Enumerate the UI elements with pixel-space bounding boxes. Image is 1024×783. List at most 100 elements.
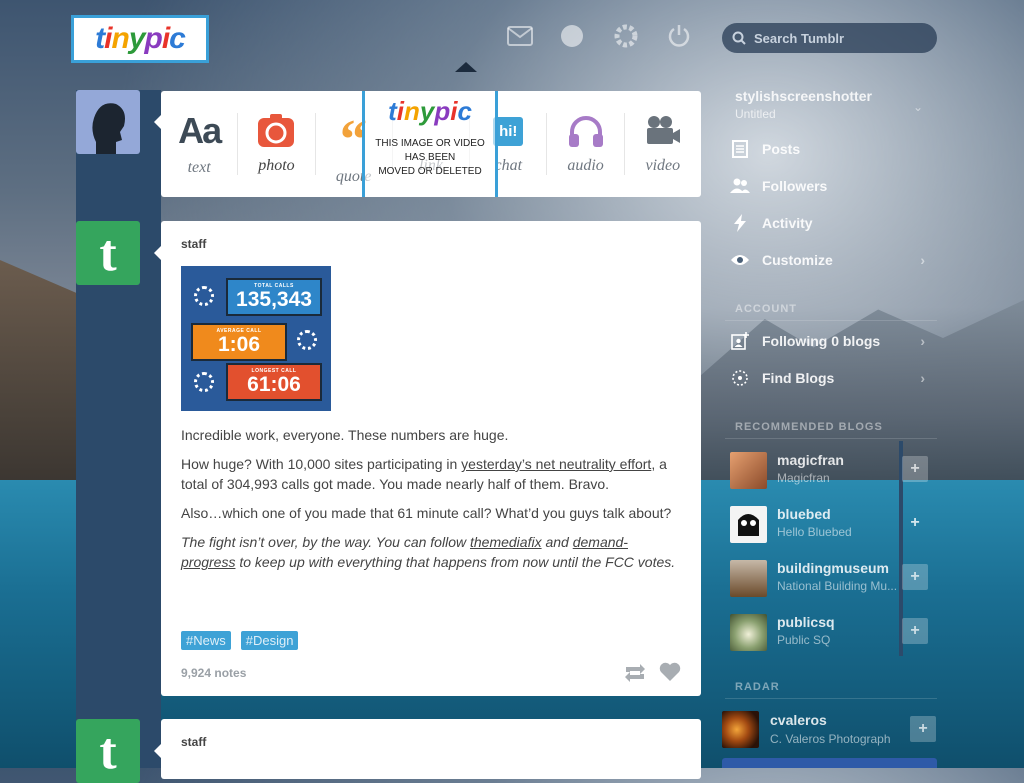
sidebar-item-find-blogs[interactable]: Find Blogs ›	[730, 363, 925, 393]
search-icon	[732, 31, 746, 45]
post-type-photo[interactable]: photo	[238, 113, 316, 175]
sidebar-item-label: Find Blogs	[762, 370, 835, 386]
recommended-heading: RECOMMENDED BLOGS	[735, 421, 883, 433]
post-type-video[interactable]: video	[625, 113, 701, 175]
staff-avatar[interactable]: t	[76, 719, 140, 783]
search-input[interactable]: Search Tumblr	[722, 23, 937, 53]
call-stats-image[interactable]: TOTAL CALLS 135,343 AVERAGE CALL 1:06 LO…	[181, 266, 331, 411]
post-paragraph: How huge? With 10,000 sites participatin…	[181, 456, 667, 492]
tinypic-logo: tinypic	[71, 15, 209, 63]
sidebar-item-label: Followers	[762, 178, 828, 194]
activity-icon	[730, 213, 750, 233]
dashboard-column	[76, 90, 161, 768]
spinner-icon	[194, 372, 214, 392]
post-card: staff TOTAL CALLS 135,343 AVERAGE CALL 1…	[161, 221, 701, 696]
search-placeholder: Search Tumblr	[754, 30, 845, 46]
avatar-notch	[154, 744, 161, 758]
notes-count[interactable]: 9,924 notes	[181, 666, 246, 680]
blog-name: publicsq	[777, 614, 835, 630]
follow-button[interactable]: +	[910, 716, 936, 742]
tag-design[interactable]: #Design	[240, 631, 299, 650]
spinner-icon	[194, 286, 214, 306]
sidebar-item-customize[interactable]: Customize ›	[730, 245, 925, 275]
blog-avatar	[730, 452, 767, 489]
dashboard-caret	[455, 62, 477, 72]
account-switcher[interactable]: stylishscreenshotter Untitled	[735, 88, 872, 121]
follow-button[interactable]: +	[902, 618, 928, 644]
total-calls-box: TOTAL CALLS 135,343	[226, 278, 322, 316]
post-author[interactable]: staff	[181, 237, 206, 251]
blog-name: magicfran	[777, 452, 844, 468]
post-type-label: photo	[258, 157, 295, 174]
avatar-notch	[154, 115, 161, 129]
staff-avatar[interactable]: t	[76, 221, 140, 285]
net-neutrality-link[interactable]: yesterday’s net neutrality effort	[461, 456, 651, 472]
post-paragraph: Also…which one of you made that 61 minut…	[181, 505, 672, 521]
radar-post-preview[interactable]	[722, 758, 937, 768]
post-author[interactable]: staff	[181, 735, 206, 749]
divider	[725, 320, 937, 321]
post-type-audio[interactable]: audio	[547, 113, 625, 175]
sidebar-item-label: Customize	[762, 252, 833, 268]
tag-news[interactable]: #News	[181, 631, 231, 650]
sidebar-item-activity[interactable]: Activity	[730, 208, 925, 238]
spinner-icon	[297, 330, 317, 350]
themediafix-link[interactable]: themediafix	[470, 534, 542, 550]
blog-name: cvaleros	[770, 712, 827, 728]
reblog-icon[interactable]	[623, 662, 647, 684]
post-paragraph: The fight isn’t over, by the way. You ca…	[181, 534, 676, 570]
like-heart-icon[interactable]	[659, 662, 683, 684]
broken-image-overlay: tinypic THIS IMAGE OR VIDEO HAS BEEN MOV…	[362, 91, 498, 197]
post-type-label: audio	[567, 157, 604, 174]
logo-text: tinypic	[95, 22, 186, 55]
post-type-label: text	[187, 159, 211, 176]
chevron-down-icon[interactable]: ⌄	[913, 100, 923, 114]
sidebar-item-following[interactable]: Following 0 blogs ›	[730, 326, 925, 356]
find-blogs-icon	[730, 368, 750, 388]
average-call-box: AVERAGE CALL 1:06	[191, 323, 287, 361]
follow-button[interactable]: +	[902, 510, 928, 536]
post-body: Incredible work, everyone. These numbers…	[181, 425, 681, 581]
gear-icon[interactable]	[612, 22, 640, 50]
chevron-right-icon: ›	[920, 252, 925, 268]
mail-icon[interactable]	[506, 22, 534, 50]
followers-icon	[730, 176, 750, 196]
post-card: staff	[161, 719, 701, 779]
headphones-icon	[567, 113, 605, 149]
my-avatar[interactable]	[76, 90, 140, 154]
following-icon	[730, 331, 750, 351]
power-icon[interactable]	[665, 22, 693, 50]
sidebar-item-posts[interactable]: Posts	[730, 134, 925, 164]
background-mountain	[0, 260, 80, 490]
text-icon: Aa	[178, 110, 222, 151]
radar-heading: RADAR	[735, 681, 780, 693]
follow-button[interactable]: +	[902, 564, 928, 590]
recommended-blog[interactable]: publicsq Public SQ +	[730, 612, 940, 658]
account-heading: ACCOUNT	[735, 303, 797, 315]
post-tags: #News #Design	[181, 631, 299, 650]
follow-button[interactable]: +	[902, 456, 928, 482]
blog-title: Magicfran	[777, 471, 830, 485]
blog-name: buildingmuseum	[777, 560, 889, 576]
sidebar-item-followers[interactable]: Followers	[730, 171, 925, 201]
video-camera-icon	[644, 113, 682, 149]
camera-icon	[257, 113, 295, 149]
divider	[725, 438, 937, 439]
compass-icon[interactable]	[558, 22, 586, 50]
divider	[725, 698, 937, 699]
recommended-blog[interactable]: magicfran Magicfran +	[730, 450, 940, 496]
post-type-text[interactable]: Aa text	[161, 110, 239, 176]
broken-image-message: THIS IMAGE OR VIDEO HAS BEEN MOVED OR DE…	[375, 138, 485, 177]
blog-title: Public SQ	[777, 633, 831, 647]
recommended-blog[interactable]: buildingmuseum National Building Mu... +	[730, 558, 940, 604]
broken-image-logo: tinypic	[388, 96, 472, 126]
blog-avatar	[730, 560, 767, 597]
blog-name: bluebed	[777, 506, 831, 522]
blog-title: C. Valeros Photograph	[770, 732, 891, 746]
blog-avatar	[722, 711, 759, 748]
sidebar-item-label: Following 0 blogs	[762, 333, 881, 349]
account-name: stylishscreenshotter	[735, 88, 872, 104]
recommended-blog[interactable]: bluebed Hello Bluebed +	[730, 504, 940, 550]
post-paragraph: Incredible work, everyone. These numbers…	[181, 427, 509, 443]
account-subtitle: Untitled	[735, 107, 776, 121]
